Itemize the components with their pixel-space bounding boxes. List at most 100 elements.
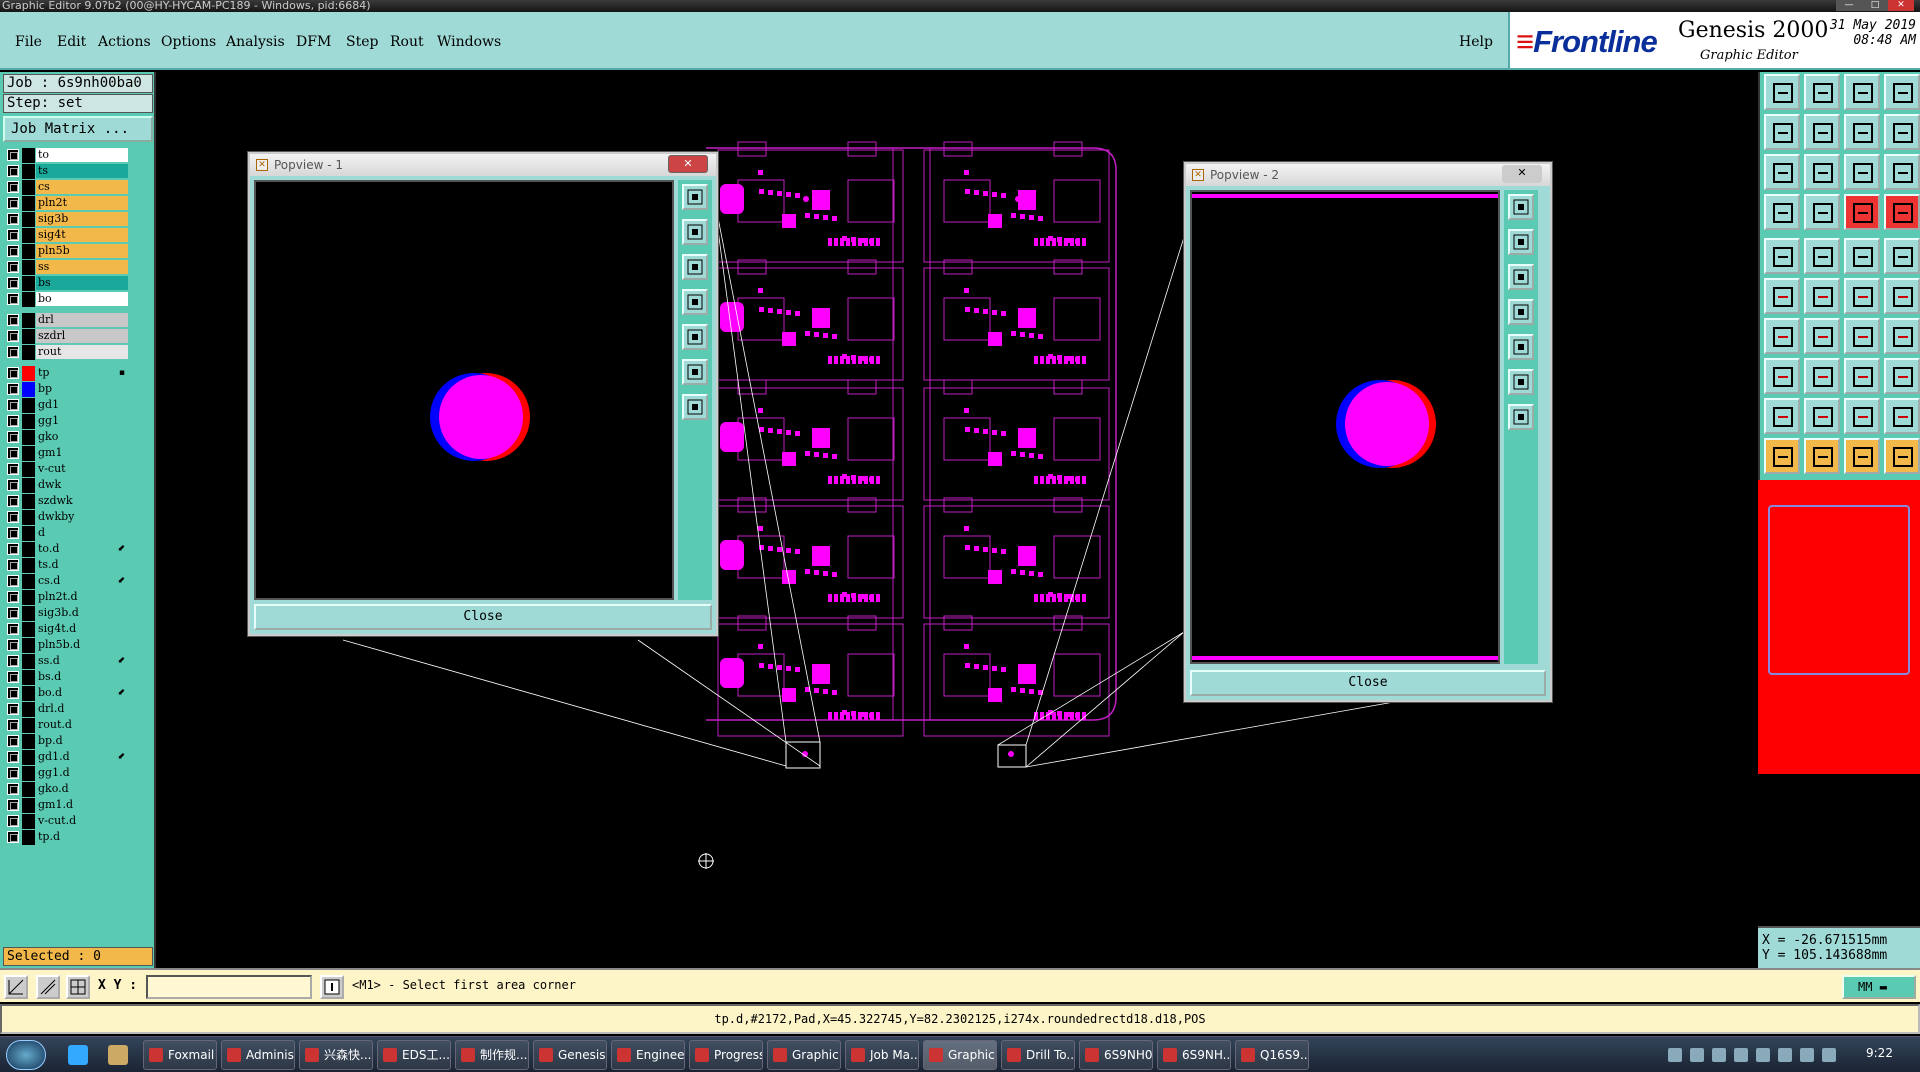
- taskbar-item[interactable]: Foxmail: [143, 1040, 217, 1070]
- layer-name[interactable]: to.d ⬋: [36, 542, 128, 556]
- layer-color-swatch[interactable]: [22, 398, 35, 413]
- layer-name[interactable]: v-cut.d: [36, 814, 128, 828]
- taskbar-item[interactable]: Graphic...: [767, 1040, 841, 1070]
- layer-checkbox[interactable]: [7, 527, 19, 539]
- layer-checkbox[interactable]: [7, 719, 19, 731]
- layer-row-cs-d[interactable]: cs.d ⬋: [7, 574, 128, 589]
- layer-color-swatch[interactable]: [22, 180, 35, 195]
- menu-rout[interactable]: Rout: [390, 34, 424, 50]
- layer-row-sig4t[interactable]: sig4t: [7, 228, 128, 243]
- menu-file[interactable]: File: [15, 34, 42, 50]
- popview-1-close-icon[interactable]: ✕: [668, 155, 708, 173]
- layer-checkbox[interactable]: [7, 245, 19, 257]
- menu-actions[interactable]: Actions: [98, 34, 151, 50]
- layer-name[interactable]: gm1: [36, 446, 128, 460]
- tray-icon[interactable]: [1800, 1048, 1814, 1062]
- layer-row-v-cut[interactable]: v-cut: [7, 462, 128, 477]
- taskbar-item[interactable]: 兴森快...: [299, 1040, 373, 1070]
- layer-checkbox[interactable]: [7, 559, 19, 571]
- taskbar-item[interactable]: Enginee...: [611, 1040, 685, 1070]
- layer-row-gg1-d[interactable]: gg1.d: [7, 766, 128, 781]
- layer-color-swatch[interactable]: [22, 382, 35, 397]
- cursor-icon[interactable]: [1764, 438, 1800, 474]
- layer-checkbox[interactable]: [7, 431, 19, 443]
- layer-name[interactable]: sig4t: [36, 228, 128, 242]
- layer-color-swatch[interactable]: [22, 414, 35, 429]
- taskbar-item[interactable]: Drill To...: [1001, 1040, 1075, 1070]
- layer-color-swatch[interactable]: [22, 228, 35, 243]
- pan-right-icon[interactable]: [682, 324, 708, 350]
- layer-color-swatch[interactable]: [22, 590, 35, 605]
- taskbar-item[interactable]: 6S9NH...: [1157, 1040, 1231, 1070]
- layer-row-ts-d[interactable]: ts.d: [7, 558, 128, 573]
- layer-row-pln5b[interactable]: pln5b: [7, 244, 128, 259]
- layer-row-szdrl[interactable]: szdrl: [7, 329, 128, 344]
- pan-right-icon[interactable]: [1508, 334, 1534, 360]
- slash-icon[interactable]: [1804, 318, 1840, 354]
- layer-color-swatch[interactable]: [22, 574, 35, 589]
- menu-dfm[interactable]: DFM: [296, 34, 331, 50]
- layer-checkbox[interactable]: [7, 181, 19, 193]
- layer-color-swatch[interactable]: [22, 814, 35, 829]
- tray-icon[interactable]: [1778, 1048, 1792, 1062]
- layer-color-swatch[interactable]: [22, 734, 35, 749]
- select-icon[interactable]: [1764, 238, 1800, 274]
- layer-name[interactable]: gko.d: [36, 782, 128, 796]
- layer-row-drl[interactable]: drl: [7, 313, 128, 328]
- snap-center-icon[interactable]: [66, 975, 90, 999]
- cursor-select-icon[interactable]: [1804, 438, 1840, 474]
- xy-input[interactable]: [146, 975, 312, 999]
- tray-icon[interactable]: [1712, 1048, 1726, 1062]
- layer-row-gm1-d[interactable]: gm1.d: [7, 798, 128, 813]
- layer-checkbox[interactable]: [7, 314, 19, 326]
- layout-icon[interactable]: [1884, 74, 1920, 110]
- layer-checkbox[interactable]: [7, 277, 19, 289]
- taskbar-item[interactable]: 制作规...: [455, 1040, 529, 1070]
- layer-row-szdwk[interactable]: szdwk: [7, 494, 128, 509]
- layer-row-tp-d[interactable]: tp.d: [7, 830, 128, 845]
- layer-checkbox[interactable]: [7, 495, 19, 507]
- menu-analysis[interactable]: Analysis: [226, 34, 285, 50]
- layer-name[interactable]: gg1.d: [36, 766, 128, 780]
- layer-row-sig3b-d[interactable]: sig3b.d: [7, 606, 128, 621]
- arc-icon[interactable]: [1844, 318, 1880, 354]
- taskbar-item[interactable]: Q16S9...: [1235, 1040, 1309, 1070]
- layer-row-rout-d[interactable]: rout.d: [7, 718, 128, 733]
- menu-options[interactable]: Options: [161, 34, 216, 50]
- layer-checkbox[interactable]: [7, 735, 19, 747]
- cross-icon[interactable]: [1804, 278, 1840, 314]
- split-icon[interactable]: [1844, 114, 1880, 150]
- layer-name[interactable]: bp: [36, 382, 128, 396]
- layer-row-tp[interactable]: tp ▪: [7, 366, 128, 381]
- arrow-left-icon[interactable]: [1764, 114, 1800, 150]
- tray-icon[interactable]: [1690, 1048, 1704, 1062]
- layer-row-sig4t-d[interactable]: sig4t.d: [7, 622, 128, 637]
- zoom-in-icon[interactable]: [1508, 369, 1534, 395]
- minimize-button[interactable]: —: [1836, 0, 1862, 11]
- layer-name[interactable]: ss.d ⬋: [36, 654, 128, 668]
- layer-checkbox[interactable]: [7, 703, 19, 715]
- layer-color-swatch[interactable]: [22, 196, 35, 211]
- layer-checkbox[interactable]: [7, 399, 19, 411]
- layer-checkbox[interactable]: [7, 815, 19, 827]
- graphics-canvas[interactable]: ✕ Popview - 1 ✕ Close ✕ Popview - 2 ✕ Cl…: [158, 72, 1758, 968]
- layer-name[interactable]: bs: [36, 276, 128, 290]
- layer-row-pln5b-d[interactable]: pln5b.d: [7, 638, 128, 653]
- layer-checkbox[interactable]: [7, 293, 19, 305]
- popview-1-close-button[interactable]: Close: [254, 604, 712, 630]
- zoom-out-icon[interactable]: [1508, 404, 1534, 430]
- taskbar-item[interactable]: 6S9NH0...: [1079, 1040, 1153, 1070]
- layer-color-swatch[interactable]: [22, 638, 35, 653]
- layer-name[interactable]: cs: [36, 180, 128, 194]
- layer-checkbox[interactable]: [7, 623, 19, 635]
- dimension-icon[interactable]: [1844, 358, 1880, 394]
- layer-color-swatch[interactable]: [22, 212, 35, 227]
- layer-row-bp-d[interactable]: bp.d: [7, 734, 128, 749]
- layer-checkbox[interactable]: [7, 229, 19, 241]
- layer-name[interactable]: drl.d: [36, 702, 128, 716]
- layer-row-d[interactable]: d: [7, 526, 128, 541]
- menu-windows[interactable]: Windows: [437, 34, 501, 50]
- layer-color-swatch[interactable]: [22, 606, 35, 621]
- layer-name[interactable]: gko: [36, 430, 128, 444]
- layer-checkbox[interactable]: [7, 607, 19, 619]
